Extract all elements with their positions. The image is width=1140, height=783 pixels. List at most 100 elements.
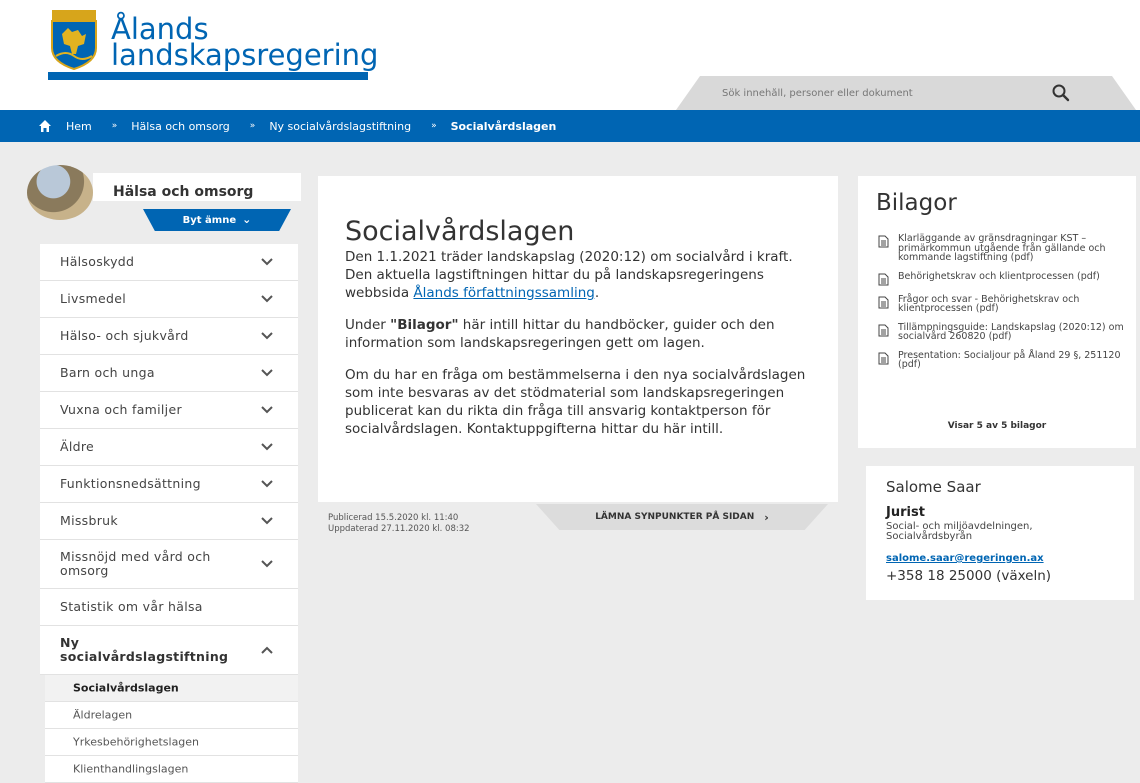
attachment-label: Klarläggande av gränsdragningar KST – pr…	[898, 233, 1106, 263]
chevron-down-icon: ⌄	[242, 213, 252, 226]
feedback-button[interactable]: LÄMNA SYNPUNKTER PÅ SIDAN ›	[536, 504, 828, 530]
breadcrumb-separator: »	[111, 121, 118, 131]
paragraph-intro: Den 1.1.2021 träder landskapslag (2020:1…	[345, 248, 815, 302]
sidebar-subitem-socialvardslagen[interactable]: Socialvårdslagen	[45, 675, 298, 702]
page-title: Socialvårdslagen	[345, 216, 575, 248]
sidebar-item-label: Hälso- och sjukvård	[60, 328, 189, 343]
sidebar-item-barn-och-unga[interactable]: Barn och unga	[40, 355, 298, 392]
chevron-down-icon	[261, 517, 273, 525]
attachment-item[interactable]: Presentation: Socialjour på Åland 29 §, …	[878, 349, 1128, 370]
topic-image	[27, 165, 93, 220]
chevron-right-icon: ›	[764, 510, 769, 524]
sidebar-item-label: Vuxna och familjer	[60, 402, 182, 417]
home-icon[interactable]	[38, 119, 52, 133]
sidebar-subitem-label: Socialvårdslagen	[73, 681, 179, 695]
attachment-item[interactable]: Tillämpningsguide: Landskapslag (2020:12…	[878, 322, 1128, 342]
attachments-list: Klarläggande av gränsdragningar KST – pr…	[878, 234, 1128, 379]
sidebar-item-halsoskydd[interactable]: Hälsoskydd	[40, 244, 298, 281]
sidebar-item-label: Funktionsnedsättning	[60, 476, 201, 491]
topic-header: Hälsa och omsorg Byt ämne ⌄	[25, 165, 301, 235]
sidebar-item-label: Missbruk	[60, 513, 118, 528]
document-icon	[878, 324, 889, 336]
sidebar-subitem-label: Äldrelagen	[73, 708, 133, 722]
attachments-title: Bilagor	[876, 190, 957, 216]
sidebar-subitem-aldrelagen[interactable]: Äldrelagen	[45, 702, 298, 729]
chevron-down-icon	[261, 560, 273, 568]
paragraph-intro-end: .	[594, 285, 600, 301]
sidebar-subitem-label: Yrkesbehörighetslagen	[73, 735, 200, 749]
attachment-item[interactable]: Klarläggande av gränsdragningar KST – pr…	[878, 234, 1128, 263]
contact-role: Jurist	[886, 505, 925, 520]
forfattningssamling-link[interactable]: Ålands författningssamling	[413, 285, 594, 301]
sidebar-item-label: Livsmedel	[60, 291, 127, 306]
sidebar-item-label: Ny socialvårdslagstiftning	[60, 635, 229, 664]
contact-card: Salome Saar Jurist Social- och miljöavde…	[866, 466, 1134, 600]
sidebar-item-ny-socialvardslagstiftning[interactable]: Ny socialvårdslagstiftning	[40, 626, 298, 675]
attachment-label: Behörighetskrav och klientprocessen (pdf…	[898, 270, 1100, 282]
attachments-count: Visar 5 av 5 bilagor	[947, 421, 1047, 431]
breadcrumb-separator: »	[249, 121, 256, 131]
sidebar-item-statistik[interactable]: Statistik om vår hälsa	[40, 589, 298, 626]
paragraph-contact-info: Om du har en fråga om bestämmelserna i d…	[345, 367, 806, 437]
contact-email-link[interactable]: salome.saar@regeringen.ax	[886, 553, 1044, 564]
sidebar-item-label: Barn och unga	[60, 365, 155, 380]
contact-name: Salome Saar	[886, 478, 981, 496]
breadcrumb-current: Socialvårdslagen	[450, 119, 557, 133]
sidebar-item-missbruk[interactable]: Missbruk	[40, 503, 298, 540]
sidebar-nav: Hälsoskydd Livsmedel Hälso- och sjukvård…	[40, 244, 298, 783]
document-icon	[878, 352, 889, 364]
attachment-item[interactable]: Frågor och svar - Behörighetskrav och kl…	[878, 293, 1128, 314]
coat-of-arms-icon	[51, 10, 97, 70]
document-icon	[878, 273, 889, 285]
main-content: Socialvårdslagen Den 1.1.2021 träder lan…	[318, 176, 838, 502]
sidebar-item-livsmedel[interactable]: Livsmedel	[40, 281, 298, 318]
change-topic-label: Byt ämne	[182, 215, 237, 226]
main-body: Den 1.1.2021 träder landskapslag (2020:1…	[345, 248, 815, 452]
breadcrumb-ny-socialvardslagstiftning[interactable]: Ny socialvårdslagstiftning	[269, 120, 411, 133]
breadcrumb-separator: »	[431, 121, 437, 131]
attachment-item[interactable]: Behörighetskrav och klientprocessen (pdf…	[878, 270, 1128, 286]
sidebar-subitem-klienthandlingslagen[interactable]: Klienthandlingslagen	[45, 756, 298, 783]
sidebar-item-label: Hälsoskydd	[60, 254, 135, 269]
sidebar-subitem-yrkesbehorighetslagen[interactable]: Yrkesbehörighetslagen	[45, 729, 298, 756]
attachment-label: Presentation: Socialjour på Åland 29 §, …	[898, 349, 1121, 370]
chevron-down-icon	[261, 406, 273, 414]
search-input[interactable]	[716, 80, 1012, 106]
sidebar-item-label: Statistik om vår hälsa	[60, 599, 203, 614]
chevron-down-icon	[261, 369, 273, 377]
attachment-label: Frågor och svar - Behörighetskrav och kl…	[898, 293, 1080, 314]
logo-text-line2: landskapsregering	[111, 38, 379, 72]
published-date: Publicerad 15.5.2020 kl. 11:40	[328, 513, 459, 523]
paragraph-bilagor-pre: Under	[345, 317, 391, 333]
breadcrumb: Hem » Hälsa och omsorg » Ny socialvårdsl…	[0, 110, 1140, 142]
sidebar-item-aldre[interactable]: Äldre	[40, 429, 298, 466]
paragraph-bilagor: Under "Bilagor" här intill hittar du han…	[345, 316, 815, 352]
sidebar-item-label: Missnöjd med vård och omsorg	[60, 549, 211, 578]
site-logo[interactable]: Ålands landskapsregering	[48, 10, 378, 80]
sidebar-item-label: Äldre	[60, 439, 95, 454]
breadcrumb-halsa-och-omsorg[interactable]: Hälsa och omsorg	[131, 120, 230, 133]
document-icon	[878, 296, 889, 308]
site-header: Ålands landskapsregering	[0, 0, 1140, 110]
feedback-button-label: LÄMNA SYNPUNKTER PÅ SIDAN	[595, 512, 755, 522]
sidebar-item-missnojd[interactable]: Missnöjd med vård och omsorg	[40, 540, 298, 589]
sidebar-item-funktionsnedsattning[interactable]: Funktionsnedsättning	[40, 466, 298, 503]
attachments-panel: Bilagor Klarläggande av gränsdragningar …	[858, 176, 1136, 448]
chevron-down-icon	[261, 480, 273, 488]
sidebar-subitem-label: Klienthandlingslagen	[73, 762, 189, 776]
search-icon[interactable]	[1051, 83, 1071, 103]
change-topic-button[interactable]: Byt ämne ⌄	[143, 209, 291, 231]
sidebar-item-vuxna-och-familjer[interactable]: Vuxna och familjer	[40, 392, 298, 429]
chevron-up-icon	[261, 646, 273, 654]
paragraph-bilagor-bold: "Bilagor"	[390, 317, 459, 333]
chevron-down-icon	[261, 258, 273, 266]
sidebar-item-halso-och-sjukvard[interactable]: Hälso- och sjukvård	[40, 318, 298, 355]
chevron-down-icon	[261, 295, 273, 303]
contact-phone: +358 18 25000 (växeln)	[886, 568, 1052, 584]
contact-department: Social- och miljöavdelningen, Socialvård…	[886, 521, 1033, 542]
breadcrumb-home[interactable]: Hem	[66, 120, 92, 133]
updated-date: Uppdaterad 27.11.2020 kl. 08:32	[328, 524, 470, 534]
topic-title: Hälsa och omsorg	[113, 184, 254, 200]
chevron-down-icon	[261, 332, 273, 340]
chevron-down-icon	[261, 443, 273, 451]
